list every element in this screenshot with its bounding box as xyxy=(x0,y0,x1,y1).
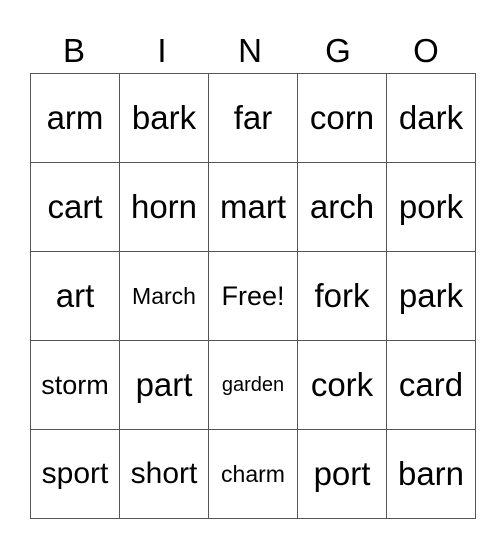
bingo-cell: March xyxy=(119,251,209,341)
bingo-row: cart horn mart arch pork xyxy=(30,162,476,252)
bingo-card: arm bark far corn dark cart horn mart ar… xyxy=(30,73,476,519)
bingo-cell: part xyxy=(119,340,209,430)
bingo-cell: card xyxy=(386,340,476,430)
bingo-cell: mart xyxy=(208,162,298,252)
bingo-cell: charm xyxy=(208,429,298,519)
bingo-cell: bark xyxy=(119,73,209,163)
bingo-row: arm bark far corn dark xyxy=(30,73,476,163)
bingo-cell: cart xyxy=(30,162,120,252)
bingo-header: B I N G O xyxy=(30,30,470,72)
bingo-cell: garden xyxy=(208,340,298,430)
bingo-row: sport short charm port barn xyxy=(30,429,476,519)
bingo-cell: port xyxy=(297,429,387,519)
header-letter-o: O xyxy=(413,32,439,69)
bingo-cell: arch xyxy=(297,162,387,252)
bingo-cell: barn xyxy=(386,429,476,519)
bingo-cell: park xyxy=(386,251,476,341)
bingo-cell: far xyxy=(208,73,298,163)
bingo-cell: fork xyxy=(297,251,387,341)
header-letter-n: N xyxy=(238,32,262,69)
bingo-cell: corn xyxy=(297,73,387,163)
bingo-cell: horn xyxy=(119,162,209,252)
bingo-cell: arm xyxy=(30,73,120,163)
bingo-cell: sport xyxy=(30,429,120,519)
bingo-cell: short xyxy=(119,429,209,519)
free-space-cell: Free! xyxy=(208,251,298,341)
bingo-row: storm part garden cork card xyxy=(30,340,476,430)
header-letter-b: B xyxy=(62,32,85,69)
bingo-row: art March Free! fork park xyxy=(30,251,476,341)
bingo-cell: cork xyxy=(297,340,387,430)
header-letter-g: G xyxy=(325,32,351,69)
bingo-cell: pork xyxy=(386,162,476,252)
bingo-cell: dark xyxy=(386,73,476,163)
bingo-cell: art xyxy=(30,251,120,341)
header-letter-i: I xyxy=(157,32,167,69)
bingo-cell: storm xyxy=(30,340,120,430)
